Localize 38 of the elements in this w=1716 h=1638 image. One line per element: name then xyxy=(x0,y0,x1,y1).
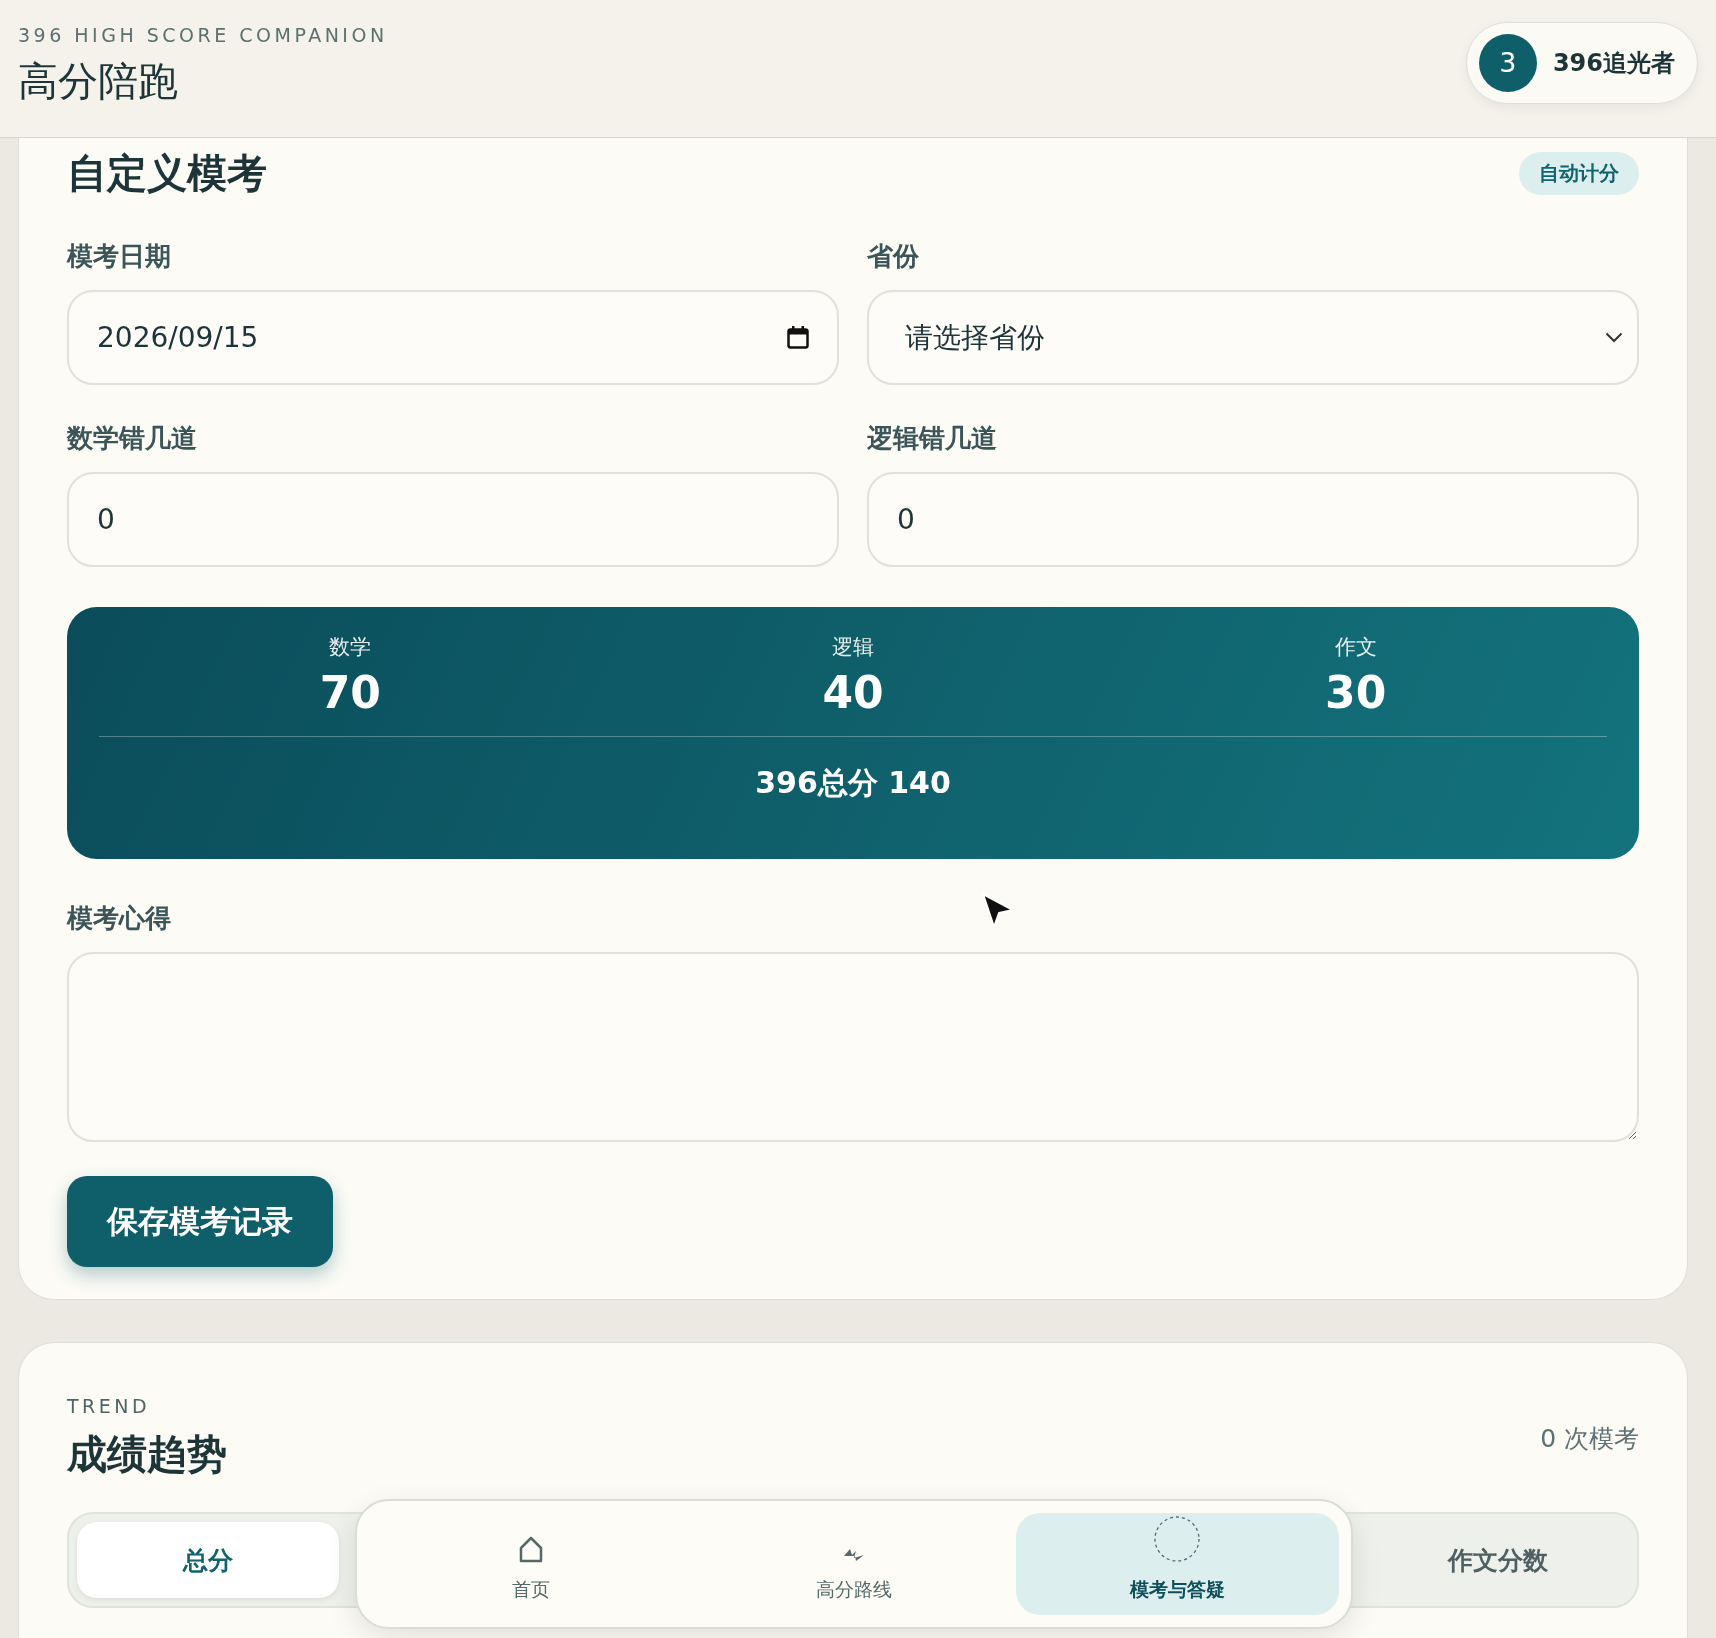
input-field[interactable]: 0 xyxy=(867,472,1639,567)
section-title: 自定义模考 xyxy=(67,149,267,198)
score-label: 作文 xyxy=(1334,634,1377,661)
field-label: 模考心得 xyxy=(67,902,171,935)
chevron-down-icon xyxy=(1605,332,1623,343)
date-field[interactable]: 2026/09/15 xyxy=(67,290,839,385)
section-title: 成绩趋势 xyxy=(67,1430,227,1479)
field-label: 数学错几道 xyxy=(67,422,197,455)
input-field[interactable]: 0 xyxy=(67,472,839,567)
calendar-icon[interactable] xyxy=(787,325,809,350)
field-label: 省份 xyxy=(867,240,919,273)
total-score: 396总分 140 xyxy=(755,764,951,802)
exam-count: 0 次模考 xyxy=(1540,1423,1639,1455)
nav-item[interactable]: 模考与答疑 xyxy=(1015,1513,1339,1615)
user-chip[interactable]: 3 396追光者 xyxy=(1465,21,1698,104)
field-label: 逻辑错几道 xyxy=(867,422,997,455)
province-select[interactable]: 请选择省份 xyxy=(867,290,1639,385)
user-name: 396追光者 xyxy=(1552,47,1675,79)
save-button[interactable]: 保存模考记录 xyxy=(67,1176,333,1267)
home-icon xyxy=(517,1535,544,1563)
app-title: 高分陪跑 xyxy=(18,57,179,106)
auto-score-badge: 自动计分 xyxy=(1519,152,1639,195)
score-value: 70 xyxy=(319,667,381,718)
field-label: 模考日期 xyxy=(67,240,171,273)
tab[interactable]: 总分 xyxy=(77,1522,339,1598)
score-value: 40 xyxy=(822,667,884,718)
score-value: 30 xyxy=(1325,667,1387,718)
score-label: 数学 xyxy=(329,634,372,661)
section-eyebrow: TREND xyxy=(67,1395,152,1417)
notes-field[interactable] xyxy=(67,952,1639,1142)
app-subtitle: 396 HIGH SCORE COMPANION xyxy=(18,24,388,46)
score-label: 逻辑 xyxy=(832,634,874,661)
bolt-icon xyxy=(842,1547,866,1563)
tab[interactable]: 作文分数 xyxy=(1367,1522,1629,1598)
dashed-circle-icon xyxy=(1153,1515,1202,1563)
nav-item[interactable]: 高分路线 xyxy=(692,1513,1016,1615)
nav-item[interactable]: 首页 xyxy=(369,1513,693,1615)
avatar: 3 xyxy=(1478,33,1537,92)
